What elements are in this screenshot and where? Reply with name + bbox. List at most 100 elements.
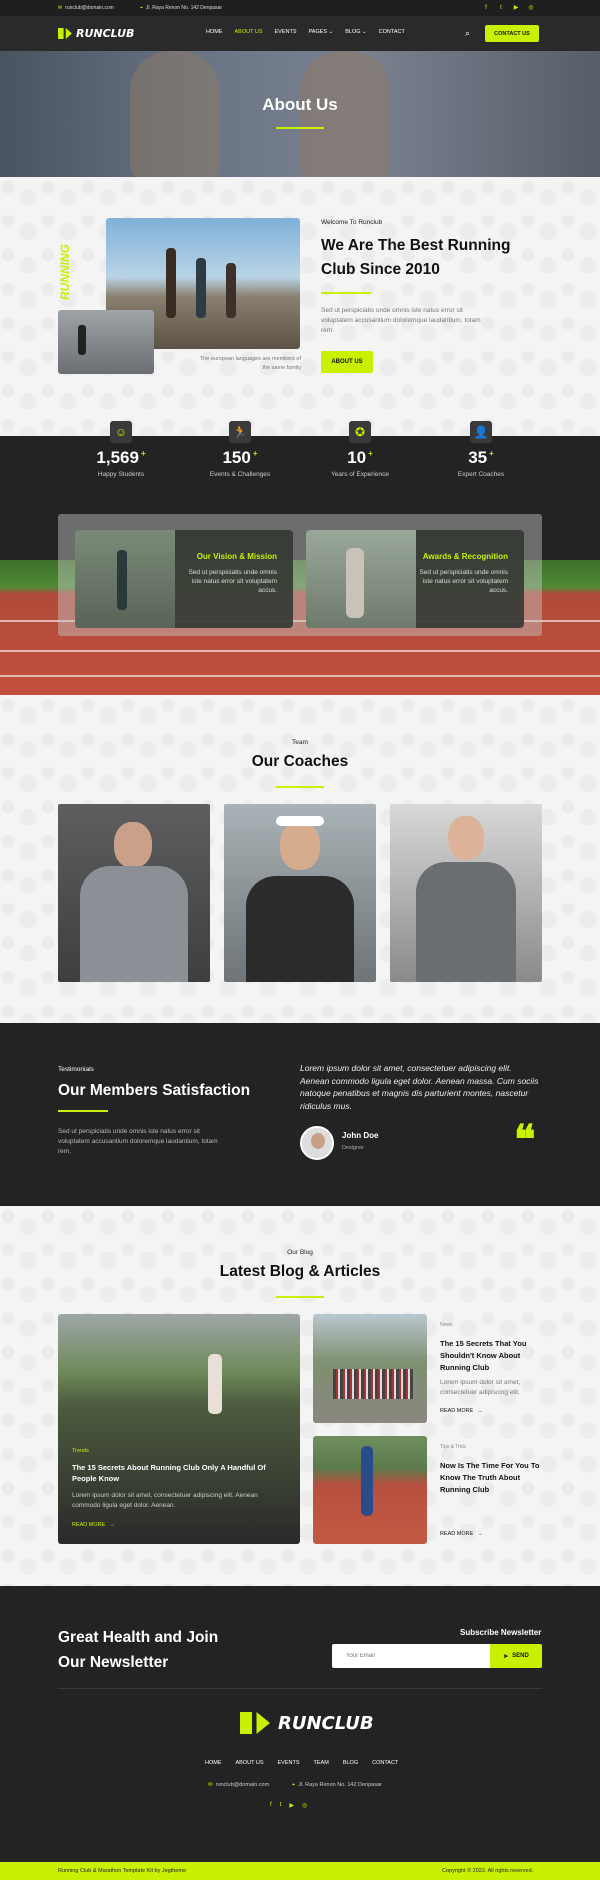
- blog-main-title[interactable]: The 15 Secrets About Running Club Only A…: [72, 1462, 272, 1484]
- logo[interactable]: RUNCLUB: [58, 27, 134, 40]
- blog-side-1-text: Lorem ipsum dolor sit amet, consectetuer…: [440, 1379, 521, 1396]
- footer-copyright: Copyright © 2022. All rights reserved.: [442, 1868, 534, 1874]
- facebook-icon[interactable]: f: [482, 4, 490, 12]
- vision-card-photo: [75, 530, 175, 628]
- testimonial-section: [0, 1023, 600, 1206]
- contact-us-button[interactable]: CONTACT US: [485, 25, 539, 42]
- avatar: [300, 1126, 334, 1160]
- nav-events[interactable]: EVENTS: [275, 29, 297, 35]
- youtube-icon[interactable]: ▶: [512, 4, 520, 12]
- testimonial-role: Designer: [342, 1145, 365, 1151]
- visor: [276, 816, 324, 826]
- about-section: [0, 177, 600, 436]
- awards-card: Awards & Recognition Sed ut perspiciatis…: [306, 530, 524, 628]
- footer-logo[interactable]: RUNCLUB: [240, 1712, 374, 1734]
- track-lane-line: [0, 675, 600, 677]
- footer-divider: [58, 1688, 542, 1689]
- testimonial-title: Our Members Satisfaction: [58, 1082, 251, 1099]
- arrow-right-icon: →: [477, 1531, 483, 1537]
- runner-figure: [117, 550, 127, 610]
- track-lane-line: [0, 650, 600, 652]
- footer-email[interactable]: ✉ runclub@domain.com: [208, 1782, 269, 1788]
- stat-coaches: 👤 35 + Expert Coaches: [426, 421, 536, 478]
- twitter-icon[interactable]: t: [280, 1802, 282, 1809]
- twitter-icon[interactable]: t: [497, 4, 505, 12]
- blog-eyebrow: Our Blog: [287, 1249, 313, 1256]
- vision-card: Our Vision & Mission Sed ut perspiciatis…: [75, 530, 293, 628]
- blog-side-2-read-more[interactable]: READ MORE →: [440, 1531, 483, 1537]
- runner-figure: [166, 248, 176, 318]
- blog-side-photo-1[interactable]: [313, 1314, 427, 1423]
- blog-side-2-tag: Tips & Trick: [440, 1444, 466, 1450]
- testimonial-underline: [58, 1110, 108, 1112]
- instagram-icon[interactable]: ◎: [527, 4, 535, 12]
- coach-body: [416, 862, 516, 982]
- facebook-icon[interactable]: f: [270, 1802, 272, 1809]
- logo-icon: [240, 1712, 270, 1734]
- location-icon: ⌖: [292, 1782, 296, 1788]
- top-bar: ✉ runclub@domain.com ⌖ Jl. Raya Renon No. …: [0, 0, 600, 16]
- coach-card-1[interactable]: [58, 804, 210, 982]
- about-underline: [321, 292, 371, 294]
- testimonial-name: John Doe: [342, 1131, 379, 1140]
- nav-blog[interactable]: BLOG ⌄: [345, 29, 366, 35]
- blog-side-2-title[interactable]: Now Is The Time For You To Know The Trut…: [440, 1460, 544, 1496]
- logo-icon: [58, 28, 72, 39]
- user-icon: 👤: [470, 421, 492, 443]
- blog-side-1-title[interactable]: The 15 Secrets That You Shouldn't Know A…: [440, 1338, 540, 1374]
- testimonial-quote: Lorem ipsum dolor sit amet, consectetuer…: [300, 1063, 539, 1111]
- about-us-button[interactable]: ABOUT US: [321, 351, 373, 373]
- footer-nav-home[interactable]: HOME: [205, 1760, 222, 1766]
- footer-address: ⌖ Jl. Raya Renon No. 142 Denpasar: [292, 1782, 382, 1788]
- footer-nav: HOME ABOUT US EVENTS TEAM BLOG CONTACT: [205, 1760, 398, 1766]
- mail-icon: ✉: [208, 1782, 213, 1788]
- stat-events: 🏃 150 + Events & Challenges: [185, 421, 295, 478]
- about-text: Sed ut perspiciatis unde omnis iste natu…: [321, 307, 481, 334]
- hero-banner: About Us: [0, 51, 600, 177]
- awards-card-photo: [306, 530, 416, 628]
- footer-social: f t ▶ ◎: [270, 1802, 307, 1809]
- coaches-title: Our Coaches: [251, 753, 349, 770]
- mail-icon: ✉: [58, 5, 63, 11]
- chevron-down-icon: ⌄: [328, 29, 334, 35]
- nav-home[interactable]: HOME: [206, 29, 223, 35]
- coaches-underline: [276, 786, 324, 788]
- chevron-down-icon: ⌄: [362, 29, 367, 35]
- footer-nav-contact[interactable]: CONTACT: [372, 1760, 398, 1766]
- send-button[interactable]: ➤ SEND: [490, 1644, 542, 1668]
- page-title: About Us: [262, 95, 338, 114]
- title-underline: [276, 127, 324, 129]
- coach-card-2[interactable]: [224, 804, 376, 982]
- search-icon[interactable]: ⌕: [465, 28, 470, 39]
- vision-card-title: Our Vision & Mission: [196, 552, 277, 561]
- footer-nav-events[interactable]: EVENTS: [278, 1760, 300, 1766]
- avatar-face: [311, 1133, 325, 1149]
- newsletter-email-input[interactable]: [332, 1644, 490, 1668]
- nav-contact[interactable]: CONTACT: [379, 29, 405, 35]
- footer-nav-about[interactable]: ABOUT US: [236, 1760, 264, 1766]
- newsletter-label: Subscribe Newsletter: [460, 1628, 542, 1637]
- topbar-email[interactable]: ✉ runclub@domain.com: [58, 5, 114, 11]
- stat-years: ✪ 10 + Years of Experience: [305, 421, 415, 478]
- awards-card-title: Awards & Recognition: [422, 552, 508, 561]
- blog-main-card[interactable]: Trends The 15 Secrets About Running Club…: [58, 1314, 300, 1544]
- footer-nav-blog[interactable]: BLOG: [343, 1760, 358, 1766]
- instagram-icon[interactable]: ◎: [302, 1802, 307, 1809]
- blog-side-photo-2[interactable]: [313, 1436, 427, 1544]
- topbar-address: ⌖ Jl. Raya Renon No. 142 Denpasar: [140, 5, 222, 11]
- arrow-right-icon: →: [477, 1408, 483, 1414]
- blog-main-read-more[interactable]: READ MORE →: [72, 1522, 115, 1528]
- coach-body: [246, 876, 354, 982]
- send-icon: ➤: [503, 1653, 509, 1660]
- coach-card-3[interactable]: [390, 804, 542, 982]
- nav-pages[interactable]: PAGES ⌄: [309, 29, 334, 35]
- marathon-crowd: [333, 1369, 413, 1399]
- about-photo-caption: The european languages are members of th…: [199, 356, 301, 371]
- footer-nav-team[interactable]: TEAM: [314, 1760, 329, 1766]
- smile-icon: ☺: [110, 421, 132, 443]
- stat-students: ☺ 1,569 + Happy Students: [66, 421, 176, 478]
- youtube-icon[interactable]: ▶: [289, 1802, 294, 1809]
- newsletter-title: Great Health and Join Our Newsletter: [58, 1629, 219, 1671]
- nav-about[interactable]: ABOUT US: [235, 29, 263, 35]
- blog-side-1-read-more[interactable]: READ MORE →: [440, 1408, 483, 1414]
